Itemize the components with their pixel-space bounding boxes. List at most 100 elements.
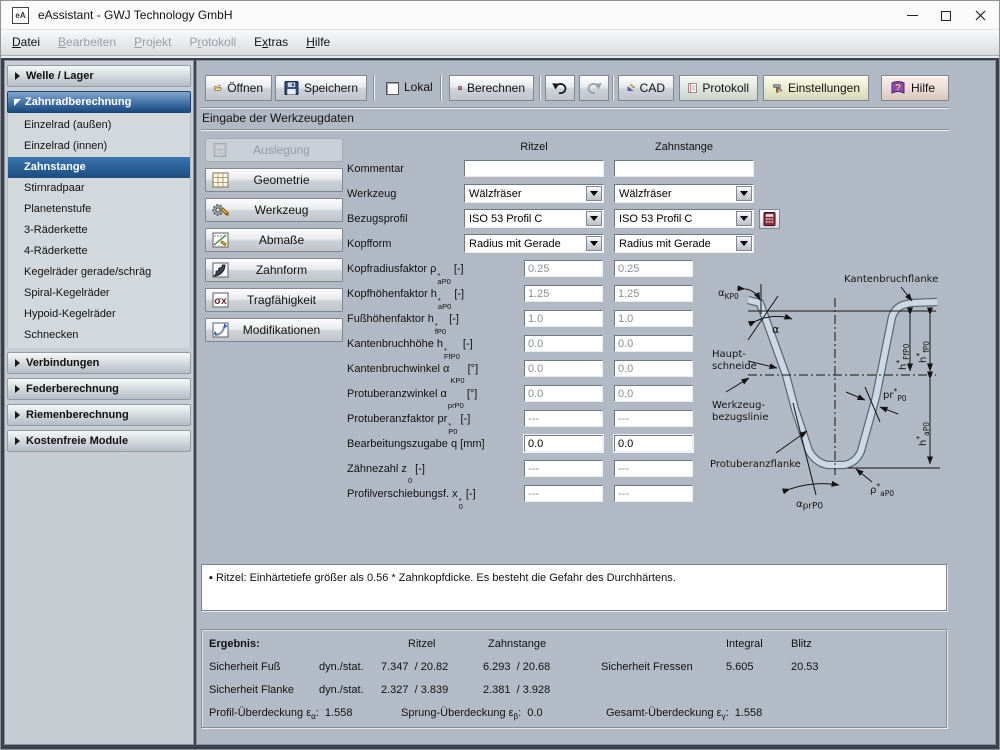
sidebar-item-4-r-derkette[interactable]: 4-Räderkette (8, 241, 190, 262)
input-kopfradiusfaktor-zahnstange[interactable] (614, 260, 693, 277)
dropdown-arrow-icon[interactable] (736, 211, 752, 226)
input-protuberanzwinkel-ritzel[interactable] (524, 385, 603, 402)
dropdown-werkzeug-zahnstange[interactable]: Wälzfräser (614, 184, 754, 203)
maximize-button[interactable] (929, 1, 963, 30)
dropdown-arrow-icon[interactable] (586, 211, 602, 226)
sidebar-item-einzelrad-au-en-[interactable]: Einzelrad (außen) (8, 115, 190, 136)
result-value: 2.327 / 3.839 (381, 684, 449, 696)
dropdown-kopfform-ritzel[interactable]: Radius mit Gerade (464, 234, 604, 253)
result-value: 5.605 (726, 661, 754, 673)
cad-button[interactable]: CAD (618, 75, 674, 101)
profile-calc-button[interactable] (759, 209, 780, 229)
dropdown-werkzeug-ritzel[interactable]: Wälzfräser (464, 184, 604, 203)
dropdown-bezugsprofil-ritzel[interactable]: ISO 53 Profil C (464, 209, 604, 228)
close-button[interactable] (963, 1, 997, 30)
sidebar-item-hypoid-kegelr-der[interactable]: Hypoid-Kegelräder (8, 304, 190, 325)
menu-hilfe[interactable]: Hilfe (297, 30, 339, 55)
svg-text:ρ*aP0: ρ*aP0 (870, 482, 894, 498)
sidebar-item-kegelr-der-gerade-schr-g[interactable]: Kegelräder gerade/schräg (8, 262, 190, 283)
undo-button[interactable] (545, 75, 575, 101)
input-fusshoehenfaktor-ritzel[interactable] (524, 310, 603, 327)
menu-protokoll: Protokoll (189, 35, 237, 49)
input-kantenbruchhoehe-zahnstange[interactable] (614, 335, 693, 352)
sidebar-item-einzelrad-innen-[interactable]: Einzelrad (innen) (8, 136, 190, 157)
help-button[interactable]: ? Hilfe (881, 75, 949, 101)
input-protuberanzfaktor-zahnstange[interactable] (614, 410, 693, 427)
menu-bar: Datei Bearbeiten Projekt Protokoll Extras Hil… (1, 30, 999, 56)
sidebar-section-welle-lager[interactable]: Welle / Lager (7, 65, 191, 87)
result-mode: dyn./stat. (319, 661, 364, 673)
sidebar-item-schnecken[interactable]: Schnecken (8, 325, 190, 346)
input-protuberanzfaktor-ritzel[interactable] (524, 410, 603, 427)
sidebar-item-spiral-kegelr-der[interactable]: Spiral-Kegelräder (8, 283, 190, 304)
field-label-bearbeitungszugabe: Bearbeitungszugabe q [mm] (347, 438, 485, 450)
sidebar-section-riemenberechnung[interactable]: Riemenberechnung (7, 404, 191, 426)
window-title: eAssistant - GWJ Technology GmbH (38, 8, 233, 22)
input-kopfradiusfaktor-ritzel[interactable] (524, 260, 603, 277)
menu-bearbeiten: Bearbeiten (58, 35, 117, 49)
sidebar-section-federberechnung[interactable]: Federberechnung (7, 378, 191, 400)
input-bearbeitungszugabe-zahnstange[interactable] (613, 434, 694, 453)
input-kantenbruchwinkel-ritzel[interactable] (524, 360, 603, 377)
dropdown-kopfform-zahnstange[interactable]: Radius mit Gerade (614, 234, 754, 253)
input-zaehnezahl-zahnstange[interactable] (614, 460, 693, 477)
sidebar-item-stirnradpaar[interactable]: Stirnradpaar (8, 178, 190, 199)
input-zaehnezahl-ritzel[interactable] (524, 460, 603, 477)
input-protuberanzwinkel-zahnstange[interactable] (614, 385, 693, 402)
input-kommentar-ritzel[interactable] (464, 160, 604, 177)
help-button-label: Hilfe (911, 81, 936, 95)
calculate-button[interactable]: Berechnen (449, 75, 534, 101)
svg-text:bezugslinie: bezugslinie (712, 412, 768, 423)
dropdown-value: Wälzfräser (619, 188, 672, 200)
dropdown-arrow-icon[interactable] (736, 186, 752, 201)
protocol-button[interactable]: Protokoll (679, 75, 758, 101)
app-icon: eA (12, 7, 29, 24)
settings-button[interactable]: Einstellungen (763, 75, 869, 101)
svg-text:?: ? (895, 83, 901, 94)
local-checkbox-label: Lokal (404, 80, 433, 94)
sidebar-item-3-r-derkette[interactable]: 3-Räderkette (8, 220, 190, 241)
input-bearbeitungszugabe-ritzel[interactable] (523, 434, 604, 453)
sidebar-section-kostenfreie-module[interactable]: Kostenfreie Module (7, 430, 191, 452)
svg-text:Protuberanzflanke: Protuberanzflanke (710, 459, 801, 470)
input-fusshoehenfaktor-zahnstange[interactable] (614, 310, 693, 327)
minimize-button[interactable] (895, 1, 929, 30)
sidebar-item-zahnstange[interactable]: Zahnstange (8, 157, 190, 178)
sidebar-section-zahnradberechnung[interactable]: Zahnradberechnung (7, 91, 191, 113)
input-profilverschiebungsf-zahnstange[interactable] (614, 485, 693, 502)
undo-icon (552, 83, 567, 95)
menu-datei[interactable]: Datei (3, 30, 49, 55)
sidebar-section-verbindungen[interactable]: Verbindungen (7, 352, 191, 374)
toolbar-separator (373, 75, 375, 101)
dropdown-value: ISO 53 Profil C (469, 213, 543, 225)
geometrie-button[interactable]: Geometrie (205, 168, 343, 192)
dropdown-arrow-icon[interactable] (736, 236, 752, 251)
input-kantenbruchhoehe-ritzel[interactable] (524, 335, 603, 352)
cad-button-label: CAD (639, 81, 665, 95)
dropdown-arrow-icon[interactable] (586, 236, 602, 251)
svg-text:Haupt-: Haupt- (712, 349, 746, 360)
dropdown-arrow-icon[interactable] (586, 186, 602, 201)
zahnform-button[interactable]: Zahnform (205, 258, 343, 282)
local-checkbox[interactable] (386, 82, 399, 95)
dropdown-value: Radius mit Gerade (619, 238, 711, 250)
menu-extras[interactable]: Extras (245, 30, 297, 55)
results-col-ritzel: Ritzel (408, 638, 436, 650)
input-profilverschiebungsf-ritzel[interactable] (524, 485, 603, 502)
modifikationen-button[interactable]: Modifikationen (205, 318, 343, 342)
werkzeug-button[interactable]: Werkzeug (205, 198, 343, 222)
dropdown-value: Radius mit Gerade (469, 238, 561, 250)
menu-projekt: Projekt (134, 35, 172, 49)
input-kopfhoehenfaktor-ritzel[interactable] (524, 285, 603, 302)
tragfaehigkeit-button[interactable]: σx Tragfähigkeit (205, 288, 343, 312)
results-col-blitz: Blitz (791, 638, 812, 650)
input-kantenbruchwinkel-zahnstange[interactable] (614, 360, 693, 377)
abmasse-button[interactable]: Abmaße (205, 228, 343, 252)
sidebar-item-planetenstufe[interactable]: Planetenstufe (8, 199, 190, 220)
save-button[interactable]: Speichern (275, 75, 367, 101)
input-kopfhoehenfaktor-zahnstange[interactable] (614, 285, 693, 302)
dropdown-bezugsprofil-zahnstange[interactable]: ISO 53 Profil C (614, 209, 754, 228)
open-button[interactable]: Öffnen (205, 75, 272, 101)
input-kommentar-zahnstange[interactable] (614, 160, 754, 177)
results-col-integral: Integral (726, 638, 763, 650)
